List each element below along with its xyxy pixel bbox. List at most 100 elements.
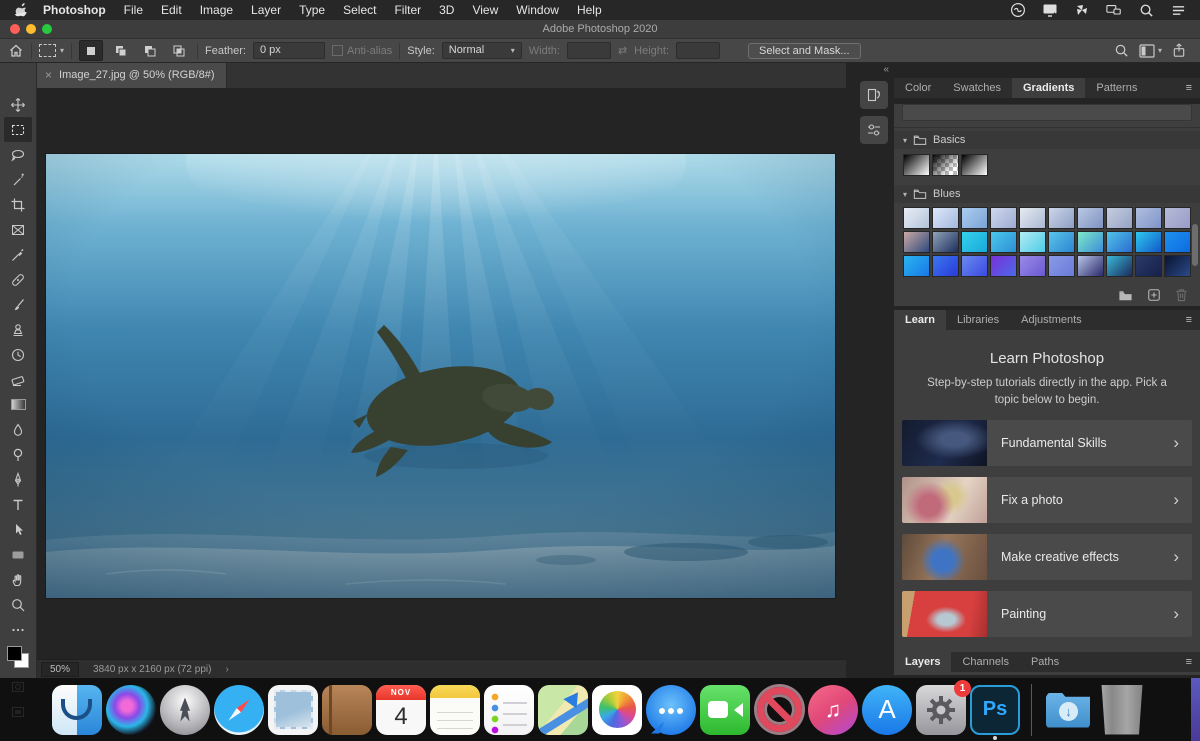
new-selection-mode-button[interactable] <box>79 40 104 61</box>
style-select[interactable]: Normal ▾ <box>441 42 522 59</box>
delete-gradient-icon[interactable] <box>1175 288 1188 302</box>
panel-menu-icon[interactable]: ≡ <box>1186 82 1200 94</box>
path-selection-tool[interactable] <box>4 517 32 542</box>
dock-photoshop-icon[interactable]: Ps <box>970 684 1020 740</box>
menu-item-layer[interactable]: Layer <box>242 0 290 20</box>
panel-menu-icon[interactable]: ≡ <box>1186 314 1200 326</box>
menu-item-image[interactable]: Image <box>191 0 242 20</box>
crop-tool[interactable] <box>4 192 32 217</box>
spotlight-search-icon[interactable] <box>1138 2 1154 18</box>
dock-calendar-icon[interactable]: NOV 4 <box>376 684 426 735</box>
tab-gradients[interactable]: Gradients <box>1012 78 1086 98</box>
share-icon[interactable] <box>1172 43 1186 58</box>
gradient-swatch-blues-16[interactable] <box>1048 231 1075 253</box>
tab-color[interactable]: Color <box>894 78 942 98</box>
dock-messages-icon[interactable] <box>646 684 696 735</box>
fan-icon[interactable] <box>1074 2 1090 18</box>
chevron-down-icon[interactable]: ▾ <box>903 190 907 199</box>
gradient-swatch-black-to-transparent[interactable] <box>932 154 959 176</box>
gradient-swatch-blues-27[interactable] <box>1077 255 1104 277</box>
gradient-swatch-blues-7[interactable] <box>1077 207 1104 229</box>
dock-contacts-icon[interactable] <box>322 684 372 735</box>
menu-item-help[interactable]: Help <box>568 0 611 20</box>
dock-downloads-folder-icon[interactable] <box>1043 685 1093 735</box>
object-selection-tool[interactable] <box>4 167 32 192</box>
gradient-swatch-blues-11[interactable] <box>903 231 930 253</box>
dock-mail-icon[interactable] <box>268 684 318 735</box>
learn-topic-painting[interactable]: Painting › <box>902 590 1192 637</box>
gradient-swatch-blues-24[interactable] <box>990 255 1017 277</box>
workspace-switcher[interactable]: ▾ <box>1139 43 1162 58</box>
menu-item-photoshop[interactable]: Photoshop <box>34 0 115 20</box>
gradient-swatch-blues-8[interactable] <box>1106 207 1133 229</box>
learn-topic-make-creative-effects[interactable]: Make creative effects › <box>902 533 1192 580</box>
gradient-group-blues[interactable]: ▾ Blues <box>894 185 1200 203</box>
dock-notes-icon[interactable] <box>430 684 480 735</box>
tab-adjustments[interactable]: Adjustments <box>1010 310 1093 330</box>
gradient-swatch-blues-23[interactable] <box>961 255 988 277</box>
foreground-background-color-swatches[interactable] <box>7 646 29 668</box>
gradient-swatch-blues-19[interactable] <box>1135 231 1162 253</box>
gradient-swatch-blues-21[interactable] <box>903 255 930 277</box>
learn-topic-fix-a-photo[interactable]: Fix a photo › <box>902 476 1192 523</box>
feather-input[interactable]: 0 px <box>252 42 325 59</box>
dock-photos-icon[interactable] <box>592 684 642 735</box>
gradient-swatch-blues-18[interactable] <box>1106 231 1133 253</box>
dock-launchpad-icon[interactable] <box>160 684 210 735</box>
eyedropper-tool[interactable] <box>4 242 32 267</box>
gradient-swatch-blues-14[interactable] <box>990 231 1017 253</box>
tab-close-icon[interactable]: × <box>45 68 52 82</box>
frame-tool[interactable] <box>4 217 32 242</box>
dock-system-preferences-icon[interactable]: 1 <box>916 679 971 735</box>
menu-item-filter[interactable]: Filter <box>385 0 430 20</box>
intersect-selection-mode-button[interactable] <box>168 41 190 60</box>
gradient-swatch-blues-2[interactable] <box>932 207 959 229</box>
add-to-selection-mode-button[interactable] <box>110 41 132 60</box>
move-tool[interactable] <box>4 92 32 117</box>
display-icon[interactable] <box>1042 2 1058 18</box>
gradient-swatch-blues-4[interactable] <box>990 207 1017 229</box>
apple-logo-icon[interactable] <box>14 3 28 17</box>
gradient-swatch-blues-15[interactable] <box>1019 231 1046 253</box>
gradient-group-basics[interactable]: ▾ Basics <box>894 131 1200 149</box>
status-chevron-icon[interactable]: › <box>225 664 228 675</box>
gradient-swatch-blues-22[interactable] <box>932 255 959 277</box>
home-icon[interactable] <box>8 43 24 59</box>
history-panel-icon[interactable] <box>860 81 888 109</box>
zoom-level-field[interactable]: 50% <box>41 661 80 677</box>
rectangle-tool[interactable] <box>4 542 32 567</box>
dock-finder-icon[interactable] <box>52 684 102 735</box>
tab-swatches[interactable]: Swatches <box>942 78 1012 98</box>
tab-paths[interactable]: Paths <box>1020 652 1070 672</box>
swap-dimensions-icon[interactable]: ⇄ <box>618 44 627 57</box>
search-icon[interactable] <box>1114 43 1129 58</box>
gradient-swatch-blues-12[interactable] <box>932 231 959 253</box>
gradient-swatch-black-to-white[interactable] <box>903 154 930 176</box>
gradient-swatch-blues-20[interactable] <box>1164 231 1191 253</box>
learn-topic-fundamental-skills[interactable]: Fundamental Skills › <box>902 419 1192 466</box>
gradient-swatch-blues-1[interactable] <box>903 207 930 229</box>
gradient-swatch-blues-3[interactable] <box>961 207 988 229</box>
gradient-swatch-blues-26[interactable] <box>1048 255 1075 277</box>
dock-trash-icon[interactable] <box>1101 684 1143 735</box>
gradient-search-field[interactable] <box>902 104 1192 121</box>
gradient-swatch-black-to-white-soft[interactable] <box>961 154 988 176</box>
document-tab[interactable]: × Image_27.jpg @ 50% (RGB/8#) <box>37 62 228 88</box>
menu-item-view[interactable]: View <box>463 0 507 20</box>
gradient-swatch-blues-17[interactable] <box>1077 231 1104 253</box>
dock-app-store-icon[interactable]: A <box>862 684 912 735</box>
gradient-swatch-blues-10[interactable] <box>1164 207 1191 229</box>
history-brush-tool[interactable] <box>4 342 32 367</box>
document-image[interactable] <box>46 154 835 598</box>
dock-maps-icon[interactable] <box>538 684 588 735</box>
tab-learn[interactable]: Learn <box>894 310 946 330</box>
tab-layers[interactable]: Layers <box>894 652 952 672</box>
properties-panel-icon[interactable] <box>860 116 888 144</box>
dock-reminders-icon[interactable] <box>484 684 534 735</box>
height-input[interactable] <box>676 42 721 59</box>
tab-libraries[interactable]: Libraries <box>946 310 1010 330</box>
canvas-area[interactable] <box>37 88 846 660</box>
brush-tool[interactable] <box>4 292 32 317</box>
subtract-from-selection-mode-button[interactable] <box>139 41 161 60</box>
collapse-panels-icon[interactable]: « <box>858 64 890 75</box>
